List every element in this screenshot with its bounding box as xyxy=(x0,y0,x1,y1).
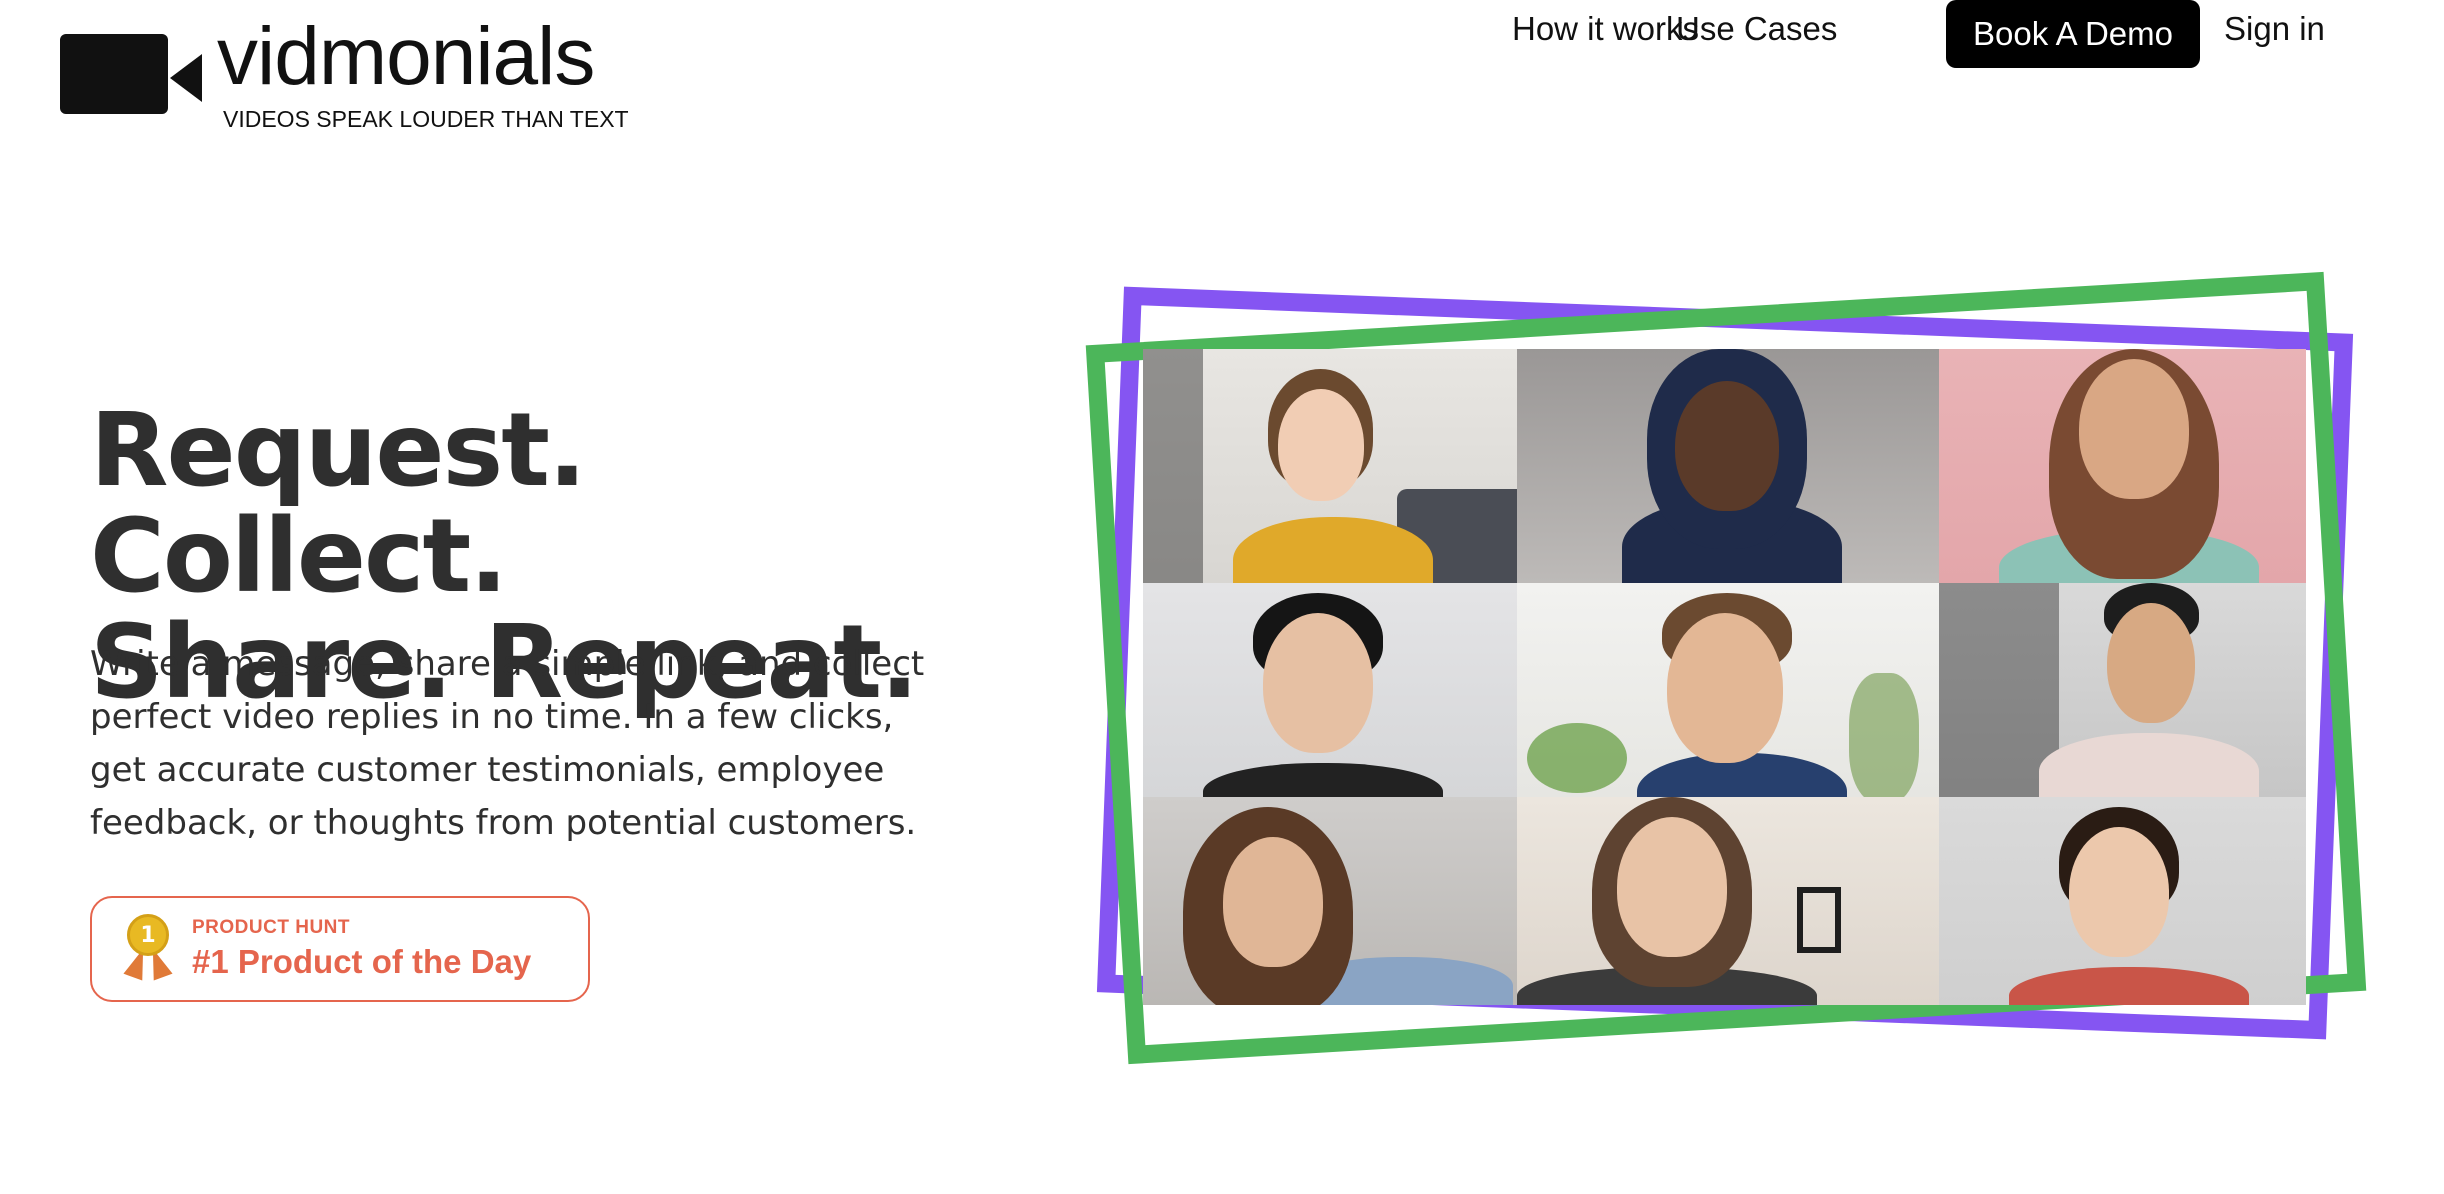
nav-sign-in[interactable]: Sign in xyxy=(2224,10,2325,48)
video-camera-icon xyxy=(58,34,203,126)
hero-description: Write a message, share a simple link, an… xyxy=(90,644,925,843)
video-tile xyxy=(1517,797,1939,1005)
video-call-grid xyxy=(1143,349,2306,1005)
brand-logo[interactable]: vidmonials VIDEOS SPEAK LOUDER THAN TEXT xyxy=(58,11,629,133)
medal-icon: 1 xyxy=(122,914,182,984)
brand-tagline: VIDEOS SPEAK LOUDER THAN TEXT xyxy=(223,106,629,132)
product-hunt-badge[interactable]: 1 PRODUCT HUNT #1 Product of the Day xyxy=(90,896,590,1002)
video-tile xyxy=(1939,583,2306,797)
medal-number: 1 xyxy=(127,914,169,956)
book-demo-button[interactable]: Book A Demo xyxy=(1946,0,2200,68)
video-tile xyxy=(1939,797,2306,1005)
video-tile xyxy=(1517,583,1939,797)
video-tile xyxy=(1143,583,1517,797)
badge-title: #1 Product of the Day xyxy=(192,943,532,980)
badge-label: PRODUCT HUNT xyxy=(192,917,350,938)
headline-line-1: Request. Collect. xyxy=(90,391,587,616)
video-tile xyxy=(1143,349,1517,583)
brand-name: vidmonials xyxy=(217,11,595,102)
video-tile xyxy=(1939,349,2306,583)
video-tile xyxy=(1143,797,1517,1005)
nav-how-it-works[interactable]: How it works xyxy=(1512,10,1699,48)
video-tile xyxy=(1517,349,1939,583)
nav-use-cases[interactable]: Use Cases xyxy=(1676,10,1837,48)
page: vidmonials VIDEOS SPEAK LOUDER THAN TEXT… xyxy=(0,0,2444,1194)
